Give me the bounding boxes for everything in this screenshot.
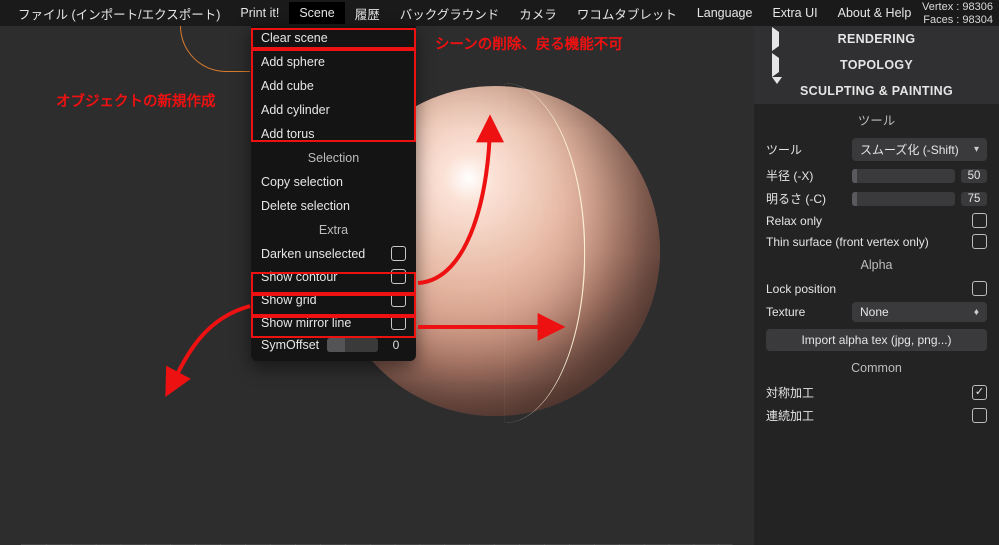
texture-select[interactable]: None ♦ [852,302,987,322]
annotation-delete-scene: シーンの削除、戻る機能不可 [435,33,623,54]
show-grid-label: Show grid [261,293,317,307]
lock-position-checkbox[interactable] [972,281,987,296]
chevron-right-icon [772,27,779,51]
row-show-grid[interactable]: Show grid [251,288,416,311]
caret-icon: ▾ [974,144,979,155]
menu-add-cube[interactable]: Add cube [251,74,416,98]
show-mirror-checkbox[interactable] [391,315,406,330]
faces-value: 98304 [962,14,993,26]
mirror-seam [504,83,585,423]
updown-icon: ♦ [974,307,979,318]
sym-offset-value: 0 [386,338,406,352]
row-relax-only: Relax only [754,210,999,231]
dropdown-section-selection: Selection [251,146,416,170]
brightness-label: 明るさ (-C) [766,190,844,207]
contour-arc [180,26,250,72]
panel-header-rendering[interactable]: RENDERING [754,26,999,52]
scene-dropdown: Clear scene Add sphere Add cube Add cyli… [251,26,416,361]
texture-select-value: None [860,305,889,319]
brightness-value[interactable]: 75 [961,192,987,206]
thin-surface-label: Thin surface (front vertex only) [766,235,929,249]
radius-label: 半径 (-X) [766,167,844,184]
row-continuous: 連続加工 [754,404,999,427]
show-mirror-label: Show mirror line [261,316,351,330]
menu-print[interactable]: Print it! [230,2,289,24]
row-show-contour[interactable]: Show contour [251,265,416,288]
symmetry-checkbox[interactable] [972,385,987,400]
section-alpha: Alpha [754,252,999,278]
vertex-label: Vertex : [922,1,959,13]
tool-label: ツール [766,141,844,158]
row-radius: 半径 (-X) 50 [754,164,999,187]
menubar: ファイル (インポート/エクスポート) Print it! Scene 履歴 バ… [0,0,999,26]
topology-title: TOPOLOGY [840,58,913,72]
section-common: Common [754,355,999,381]
import-alpha-button[interactable]: Import alpha tex (jpg, png...) [766,329,987,351]
vertex-value: 98306 [962,1,993,13]
stats-display: Vertex : 98306 Faces : 98304 [922,0,993,27]
menu-add-sphere[interactable]: Add sphere [251,50,416,74]
chevron-right-icon [772,53,779,77]
thin-surface-checkbox[interactable] [972,234,987,249]
tool-select-value: スムーズ化 (-Shift) [860,141,959,158]
panel-header-topology[interactable]: TOPOLOGY [754,52,999,78]
menu-about[interactable]: About & Help [828,2,922,24]
menu-background[interactable]: バックグラウンド [390,0,510,27]
menu-copy-selection[interactable]: Copy selection [251,170,416,194]
tool-select[interactable]: スムーズ化 (-Shift) ▾ [852,138,987,161]
relax-only-checkbox[interactable] [972,213,987,228]
section-tool: ツール [754,104,999,135]
row-tool: ツール スムーズ化 (-Shift) ▾ [754,135,999,164]
menu-file[interactable]: ファイル (インポート/エクスポート) [8,0,230,27]
darken-unselected-label: Darken unselected [261,247,365,261]
show-contour-label: Show contour [261,270,337,284]
menu-camera[interactable]: カメラ [509,0,567,27]
menu-language[interactable]: Language [687,2,763,24]
menu-clear-scene[interactable]: Clear scene [251,26,416,50]
sym-offset-slider[interactable] [327,338,378,352]
rendering-title: RENDERING [838,32,916,46]
lock-position-label: Lock position [766,282,836,296]
show-grid-checkbox[interactable] [391,292,406,307]
sym-offset-label: SymOffset [261,338,319,352]
row-thin-surface: Thin surface (front vertex only) [754,231,999,252]
row-darken-unselected[interactable]: Darken unselected [251,242,416,265]
menu-add-cylinder[interactable]: Add cylinder [251,98,416,122]
panel-header-sculpting[interactable]: SCULPTING & PAINTING [754,78,999,104]
annotation-new-object: オブジェクトの新規作成 [56,90,216,111]
menu-history[interactable]: 履歴 [345,0,390,27]
menu-scene[interactable]: Scene [289,2,344,24]
texture-label: Texture [766,305,844,319]
row-symmetry: 対称加工 [754,381,999,404]
darken-unselected-checkbox[interactable] [391,246,406,261]
row-brightness: 明るさ (-C) 75 [754,187,999,210]
show-contour-checkbox[interactable] [391,269,406,284]
row-sym-offset[interactable]: SymOffset 0 [251,334,416,361]
radius-slider[interactable] [852,169,955,183]
row-texture: Texture None ♦ [754,299,999,325]
continuous-label: 連続加工 [766,407,814,424]
sculpting-title: SCULPTING & PAINTING [800,84,953,98]
relax-only-label: Relax only [766,214,822,228]
continuous-checkbox[interactable] [972,408,987,423]
chevron-down-icon [772,77,782,98]
right-panel: RENDERING TOPOLOGY SCULPTING & PAINTING … [754,26,999,545]
menu-extra-ui[interactable]: Extra UI [762,2,827,24]
dropdown-section-extra: Extra [251,218,416,242]
symmetry-label: 対称加工 [766,384,814,401]
row-lock-position: Lock position [754,278,999,299]
menu-wacom[interactable]: ワコムタブレット [567,0,687,27]
faces-label: Faces : [923,14,959,26]
row-show-mirror[interactable]: Show mirror line [251,311,416,334]
menu-add-torus[interactable]: Add torus [251,122,416,146]
brightness-slider[interactable] [852,192,955,206]
radius-value[interactable]: 50 [961,169,987,183]
menu-delete-selection[interactable]: Delete selection [251,194,416,218]
